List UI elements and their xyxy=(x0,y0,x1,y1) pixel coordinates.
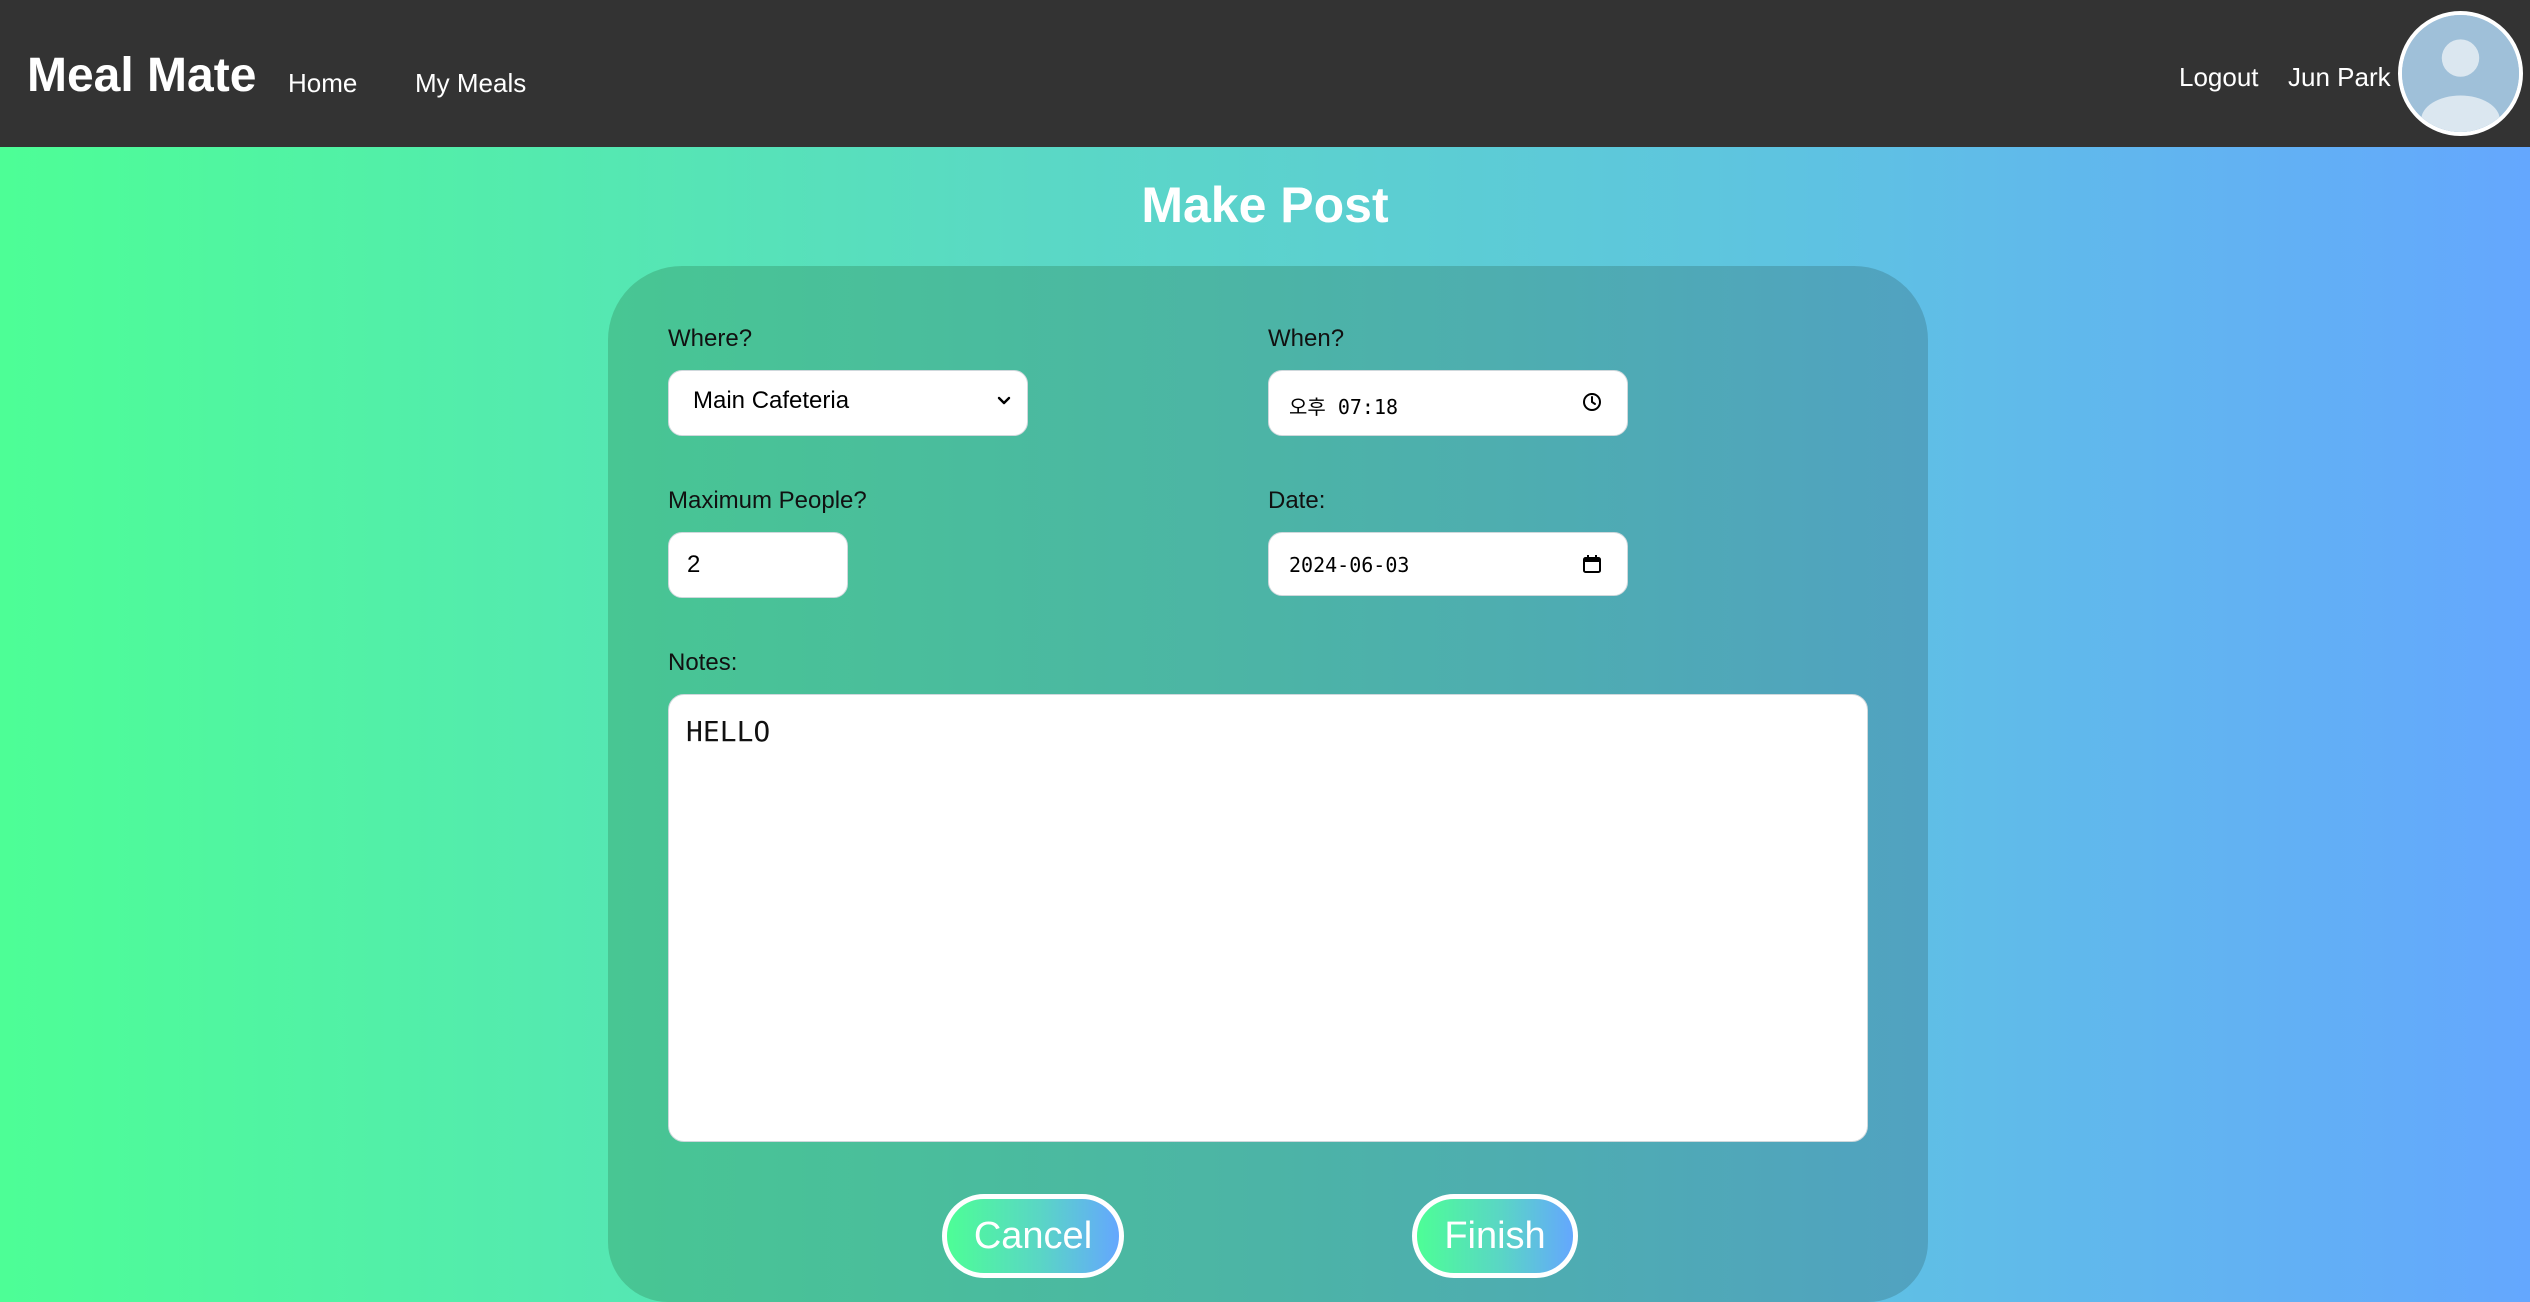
max-people-value: 2 xyxy=(687,551,701,578)
chevron-down-icon xyxy=(997,396,1011,405)
when-time-value: 오후 07:18 xyxy=(1289,395,1399,419)
brand-logo[interactable]: Meal Mate xyxy=(27,46,256,106)
notes-textarea[interactable]: HELLO xyxy=(668,694,1868,1142)
nav-link-home[interactable]: Home xyxy=(288,66,357,100)
date-input[interactable]: 2024-06-03 xyxy=(1268,532,1628,596)
where-label: Where? xyxy=(668,325,753,352)
page-title: Make Post xyxy=(1141,177,1389,233)
clock-icon[interactable] xyxy=(1581,391,1603,413)
max-people-input[interactable]: 2 xyxy=(668,532,848,598)
date-value: 2024-06-03 xyxy=(1289,553,1410,577)
logout-link[interactable]: Logout xyxy=(2179,60,2259,94)
cancel-button[interactable]: Cancel xyxy=(942,1194,1124,1278)
user-name: Jun Park xyxy=(2288,62,2391,92)
notes-label: Notes: xyxy=(668,649,738,676)
user-avatar-icon[interactable] xyxy=(2398,11,2523,136)
where-select[interactable]: Main Cafeteria xyxy=(668,370,1028,436)
when-label: When? xyxy=(1268,325,1345,352)
finish-button[interactable]: Finish xyxy=(1412,1194,1578,1278)
max-people-label: Maximum People? xyxy=(668,487,867,514)
when-time-input[interactable]: 오후 07:18 xyxy=(1268,370,1628,436)
where-select-value: Main Cafeteria xyxy=(693,387,850,414)
notes-value: HELLO xyxy=(686,715,771,748)
make-post-form: Where? Main Cafeteria When? 오후 07:18 Max… xyxy=(608,266,1928,1302)
calendar-icon[interactable] xyxy=(1581,553,1603,575)
top-navbar: Meal Mate Home My Meals Logout Jun Park xyxy=(0,0,2530,147)
nav-link-my-meals[interactable]: My Meals xyxy=(415,66,526,100)
date-label: Date: xyxy=(1268,487,1326,514)
